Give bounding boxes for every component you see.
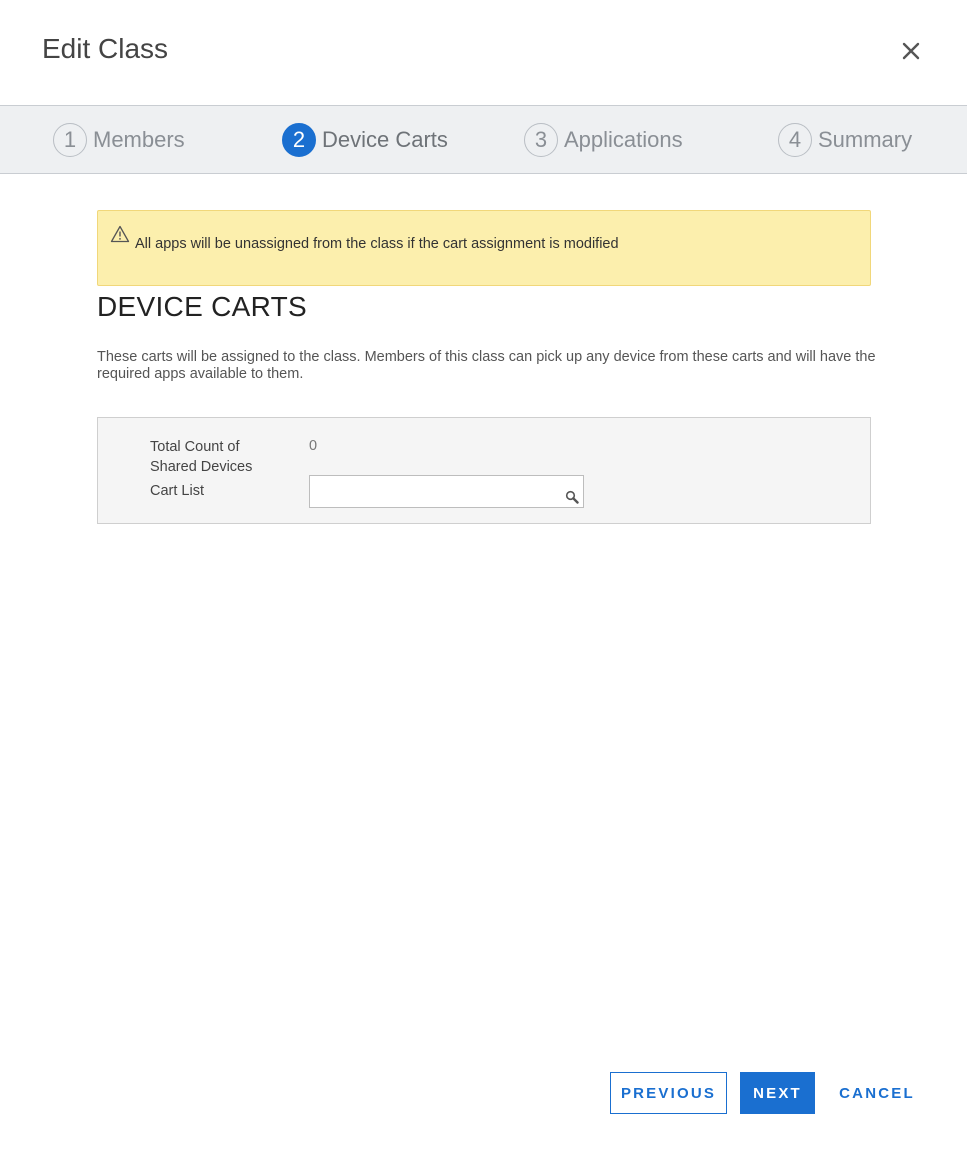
wizard-stepper: 1 Members 2 Device Carts 3 Applications … bbox=[0, 105, 967, 174]
edit-class-dialog: Edit Class 1 Members 2 Device Carts 3 Ap… bbox=[0, 0, 967, 1154]
warning-icon bbox=[110, 225, 130, 243]
cancel-button[interactable]: CANCEL bbox=[836, 1072, 918, 1114]
step-device-carts[interactable]: 2 Device Carts bbox=[282, 121, 448, 159]
step-summary[interactable]: 4 Summary bbox=[778, 121, 912, 159]
cart-list-label: Cart List bbox=[150, 483, 204, 499]
step-applications[interactable]: 3 Applications bbox=[524, 121, 683, 159]
previous-button[interactable]: PREVIOUS bbox=[610, 1072, 727, 1114]
next-button[interactable]: NEXT bbox=[740, 1072, 815, 1114]
close-icon[interactable] bbox=[896, 36, 926, 66]
step-members[interactable]: 1 Members bbox=[53, 121, 185, 159]
step-number: 4 bbox=[778, 123, 812, 157]
dialog-header: Edit Class bbox=[0, 0, 967, 105]
alert-message: All apps will be unassigned from the cla… bbox=[135, 236, 619, 252]
step-label: Summary bbox=[818, 127, 913, 152]
cart-list-search-input[interactable] bbox=[309, 475, 584, 508]
total-count-label-line1: Total Count of bbox=[150, 439, 240, 455]
step-number: 3 bbox=[524, 123, 558, 157]
section-description: These carts will be assigned to the clas… bbox=[97, 349, 876, 382]
cart-form: Total Count of Shared Devices 0 Cart Lis… bbox=[97, 417, 871, 524]
step-label: Device Carts bbox=[322, 127, 448, 152]
step-label: Members bbox=[93, 127, 185, 152]
step-label: Applications bbox=[564, 127, 683, 152]
dialog-title: Edit Class bbox=[42, 33, 169, 64]
total-count-label: Total Count of Shared Devices bbox=[150, 437, 252, 477]
section-title: DEVICE CARTS bbox=[97, 291, 308, 322]
step-number: 1 bbox=[53, 123, 87, 157]
step-number: 2 bbox=[282, 123, 316, 157]
warning-alert: All apps will be unassigned from the cla… bbox=[97, 210, 871, 286]
total-count-value: 0 bbox=[309, 438, 318, 454]
total-count-label-line2: Shared Devices bbox=[150, 459, 253, 475]
search-icon[interactable] bbox=[565, 490, 579, 504]
